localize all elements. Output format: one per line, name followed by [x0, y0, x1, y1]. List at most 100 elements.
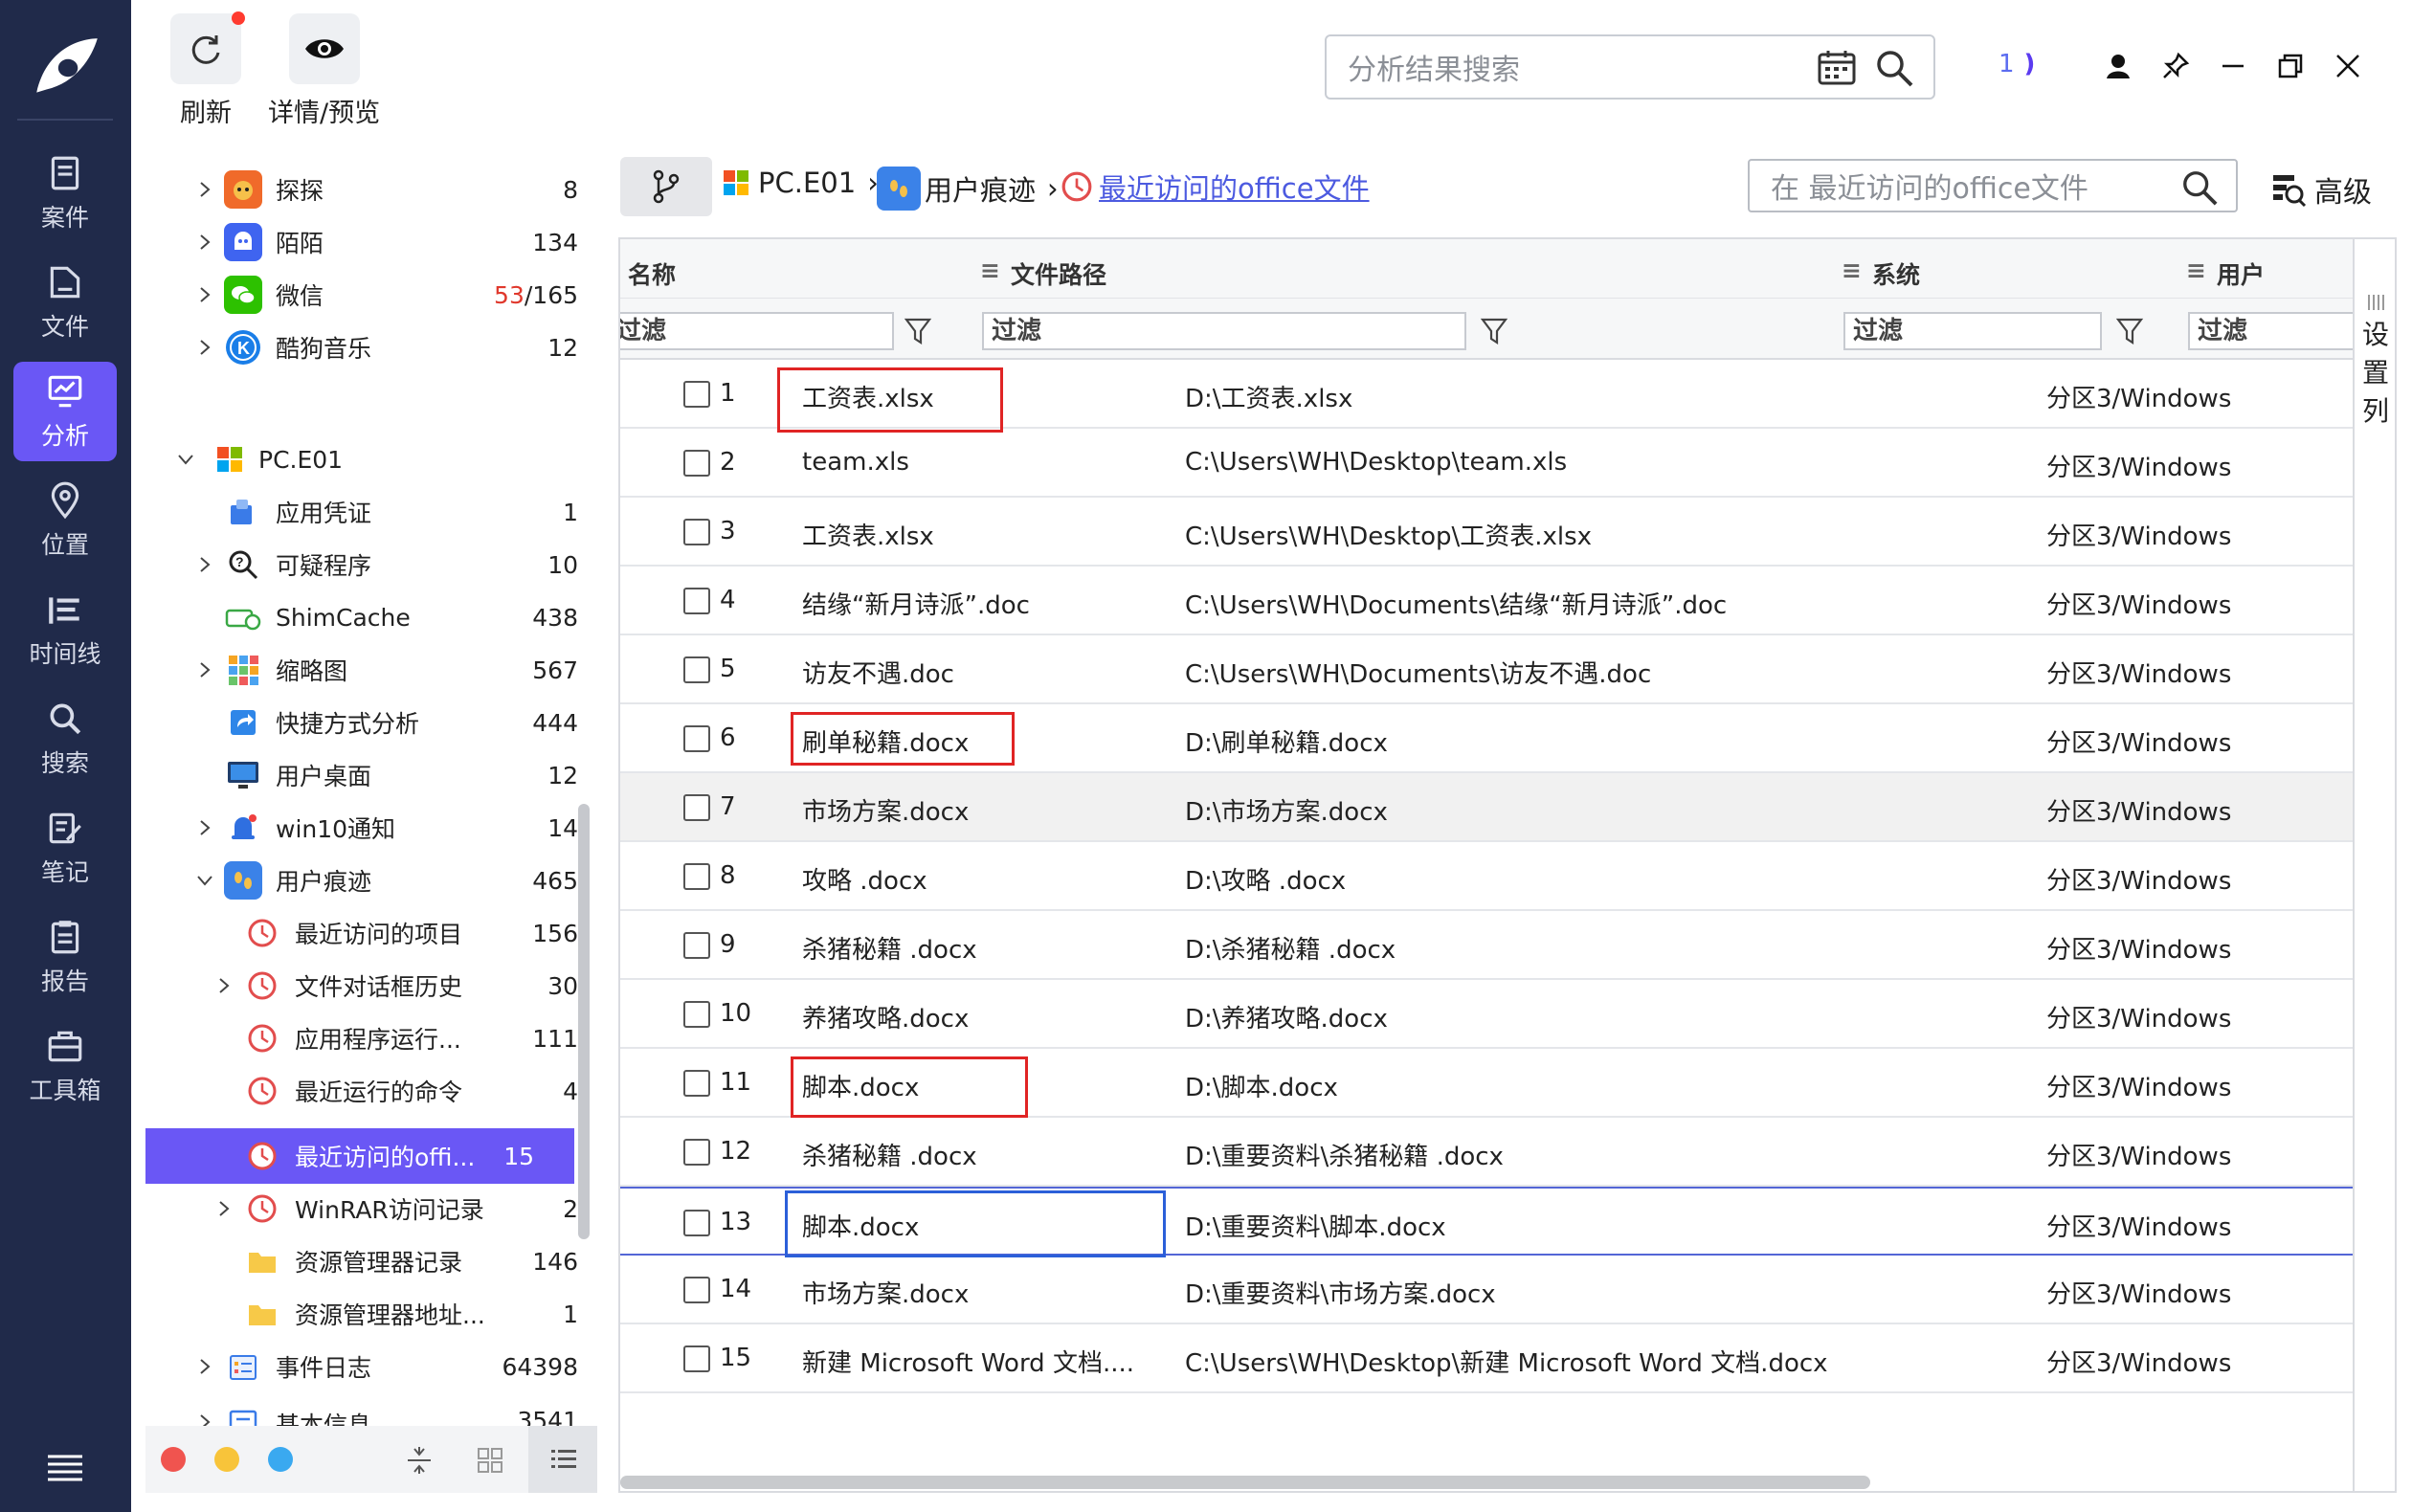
nav-item-analysis[interactable]: 分析: [13, 362, 117, 461]
calendar-icon[interactable]: [1817, 48, 1857, 86]
tree-item-user-desktop[interactable]: 用户桌面 12: [145, 751, 578, 799]
chevron-right-icon[interactable]: [195, 1412, 214, 1426]
refresh-button[interactable]: 刷新: [170, 11, 245, 129]
nav-item-file[interactable]: 文件: [13, 253, 117, 352]
nav-item-report[interactable]: 报告: [13, 907, 117, 1007]
breadcrumb-user-traces[interactable]: 用户痕迹 ›: [877, 167, 1059, 211]
detail-preview-button[interactable]: 详情/预览: [268, 13, 380, 129]
tree-item-thumbnail[interactable]: 缩略图 567: [145, 646, 578, 694]
row-checkbox[interactable]: [683, 588, 710, 614]
system-filter-input[interactable]: 过滤: [1843, 312, 2102, 350]
row-checkbox[interactable]: [683, 863, 710, 890]
selected-cell[interactable]: [785, 1190, 1166, 1257]
table-row[interactable]: 7 市场方案.docx D:\市场方案.docx 分区3/Windows: [620, 773, 2353, 842]
table-row[interactable]: 14 市场方案.docx D:\重要资料\市场方案.docx 分区3/Windows: [620, 1256, 2353, 1324]
row-checkbox[interactable]: [683, 519, 710, 545]
nav-item-search[interactable]: 搜索: [13, 689, 117, 789]
row-checkbox[interactable]: [683, 450, 710, 477]
menu-icon[interactable]: [46, 1453, 84, 1481]
minimize-button[interactable]: [2215, 48, 2251, 84]
filter-icon[interactable]: [1480, 316, 1508, 346]
tree-item-basic-info[interactable]: 基本信息 3541: [145, 1395, 578, 1426]
row-checkbox[interactable]: [683, 1139, 710, 1166]
user-button[interactable]: [2100, 48, 2136, 84]
restore-button[interactable]: [2272, 48, 2309, 84]
tree-item-app-credential[interactable]: 应用凭证 1: [145, 488, 578, 536]
column-header-system[interactable]: 系统: [1872, 256, 1920, 291]
breadcrumb-pc[interactable]: PC.E01 ›: [722, 167, 879, 199]
nav-item-case[interactable]: 案件: [13, 144, 117, 243]
tree-item-explorer-address[interactable]: 资源管理器地址... 1: [145, 1290, 578, 1338]
tree-item-recent-commands[interactable]: 最近运行的命令 4: [145, 1067, 578, 1115]
horizontal-scrollbar[interactable]: [620, 1476, 1870, 1489]
user-filter-input[interactable]: 过滤: [2188, 312, 2353, 350]
row-checkbox[interactable]: [683, 1070, 710, 1097]
chevron-right-icon[interactable]: [214, 976, 234, 995]
table-row[interactable]: 3 工资表.xlsx C:\Users\WH\Desktop\工资表.xlsx 分区3…: [620, 498, 2353, 567]
chevron-right-icon[interactable]: [195, 338, 214, 357]
chevron-right-icon[interactable]: [195, 233, 214, 252]
tree-item-event-log[interactable]: 事件日志 64398: [145, 1343, 578, 1390]
nav-item-location[interactable]: 位置: [13, 471, 117, 570]
tree-item-explorer-records[interactable]: 资源管理器记录 146: [145, 1237, 578, 1285]
table-row[interactable]: 9 杀猪秘籍 .docx D:\杀猪秘籍 .docx 分区3/Windows: [620, 911, 2353, 980]
table-row[interactable]: 4 结缘“新月诗派”.doc C:\Users\WH\Documents\结缘“新月…: [620, 567, 2353, 635]
column-menu-icon[interactable]: ≡: [1842, 256, 1862, 284]
task-counter[interactable]: 1): [1999, 50, 2035, 78]
column-header-name[interactable]: 名称: [628, 256, 676, 291]
breadcrumb-recent-office[interactable]: 最近访问的office文件: [1061, 167, 1370, 207]
chevron-down-icon[interactable]: [195, 871, 214, 890]
table-row[interactable]: 5 访友不遇.doc C:\Users\WH\Documents\访友不遇.doc 分…: [620, 635, 2353, 704]
tree-item-recent-items[interactable]: 最近访问的项目 156: [145, 909, 578, 957]
search-icon[interactable]: [1874, 48, 1914, 88]
path-filter-input[interactable]: 过滤: [982, 312, 1466, 350]
table-row[interactable]: 2 team.xls C:\Users\WH\Desktop\team.xls 分区3…: [620, 429, 2353, 498]
table-row[interactable]: 10 养猪攻略.docx D:\养猪攻略.docx 分区3/Windows: [620, 980, 2353, 1049]
chevron-right-icon[interactable]: [195, 180, 214, 199]
row-checkbox[interactable]: [683, 1210, 710, 1236]
tree-item-shortcut[interactable]: 快捷方式分析 444: [145, 699, 578, 746]
column-menu-icon[interactable]: ≡: [980, 256, 1000, 284]
collapse-icon[interactable]: [406, 1445, 433, 1476]
table-search-input[interactable]: 在 最近访问的office文件: [1748, 159, 2238, 212]
row-checkbox[interactable]: [683, 656, 710, 683]
tree-item-kugou[interactable]: K 酷狗音乐 12: [145, 323, 578, 371]
blue-color-dot[interactable]: [268, 1447, 293, 1472]
table-row[interactable]: 12 杀猪秘籍 .docx D:\重要资料\杀猪秘籍 .docx 分区3/Window…: [620, 1118, 2353, 1187]
tree-item-winrar[interactable]: WinRAR访问记录 2: [145, 1185, 578, 1233]
tree-scrollbar[interactable]: [578, 804, 590, 1239]
filter-icon[interactable]: [2115, 316, 2144, 346]
chevron-right-icon[interactable]: [214, 1199, 234, 1218]
table-row[interactable]: 8 攻略 .docx D:\攻略 .docx 分区3/Windows: [620, 842, 2353, 911]
column-header-path[interactable]: 文件路径: [1011, 256, 1106, 291]
tree-item-recent-office[interactable]: 最近访问的offi... 15: [145, 1128, 574, 1184]
row-checkbox[interactable]: [683, 381, 710, 408]
tree-item-suspicious[interactable]: ? 可疑程序 10: [145, 541, 578, 589]
row-checkbox[interactable]: [683, 1277, 710, 1303]
row-checkbox[interactable]: [683, 1345, 710, 1372]
filter-icon[interactable]: [904, 316, 932, 346]
name-filter-input[interactable]: 过滤: [620, 312, 894, 350]
tree-item-user-traces[interactable]: 用户痕迹 465: [145, 856, 578, 904]
column-settings[interactable]: 设 置 列: [2355, 237, 2397, 1493]
chevron-right-icon[interactable]: [195, 285, 214, 304]
tree-item-file-dialog-history[interactable]: 文件对话框历史 30: [145, 962, 578, 1010]
tree-item-pc-e01[interactable]: PC.E01: [145, 435, 578, 483]
pin-button[interactable]: [2157, 48, 2194, 84]
chevron-right-icon[interactable]: [195, 660, 214, 679]
branch-button[interactable]: [620, 157, 712, 216]
chevron-down-icon[interactable]: [176, 450, 195, 469]
tree-item-tantan[interactable]: 探探 8: [145, 166, 578, 213]
column-header-user[interactable]: 用户: [2217, 256, 2265, 291]
row-checkbox[interactable]: [683, 725, 710, 752]
nav-item-note[interactable]: 笔记: [13, 798, 117, 898]
tree-item-win10-notification[interactable]: win10通知 14: [145, 804, 578, 852]
tree-item-app-run[interactable]: 应用程序运行... 111: [145, 1014, 578, 1062]
chevron-right-icon[interactable]: [195, 555, 214, 574]
close-button[interactable]: [2330, 48, 2366, 84]
analysis-search-input[interactable]: 分析结果搜索: [1325, 34, 1935, 100]
table-row[interactable]: 15 新建 Microsoft Word 文档.... C:\Users\WH\De…: [620, 1324, 2353, 1393]
grid-view-icon[interactable]: [477, 1447, 503, 1474]
red-color-dot[interactable]: [161, 1447, 186, 1472]
tree-item-shimcache[interactable]: ShimCache 438: [145, 593, 578, 641]
